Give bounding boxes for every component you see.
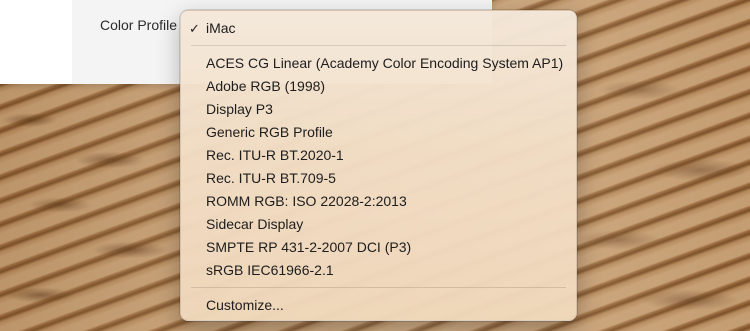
menu-item-rec-2020[interactable]: Rec. ITU-R BT.2020-1 [181, 144, 576, 167]
menu-item-customize[interactable]: Customize... [181, 294, 576, 317]
menu-separator [191, 287, 566, 288]
menu-item-sidecar-display[interactable]: Sidecar Display [181, 213, 576, 236]
menu-item-imac[interactable]: ✓ iMac [181, 17, 576, 40]
menu-item-aces-cg-linear[interactable]: ACES CG Linear (Academy Color Encoding S… [181, 52, 576, 75]
menu-item-generic-rgb[interactable]: Generic RGB Profile [181, 121, 576, 144]
menu-item-srgb[interactable]: sRGB IEC61966-2.1 [181, 259, 576, 282]
menu-item-rec-709[interactable]: Rec. ITU-R BT.709-5 [181, 167, 576, 190]
color-profile-menu: ✓ iMac ACES CG Linear (Academy Color Enc… [180, 10, 577, 321]
menu-item-romm-rgb[interactable]: ROMM RGB: ISO 22028-2:2013 [181, 190, 576, 213]
menu-separator [191, 45, 566, 46]
checkmark-icon: ✓ [189, 21, 200, 36]
menu-item-display-p3[interactable]: Display P3 [181, 98, 576, 121]
menu-item-smpte-dci-p3[interactable]: SMPTE RP 431-2-2007 DCI (P3) [181, 236, 576, 259]
color-profile-label: Color Profile [100, 17, 178, 33]
menu-item-label: iMac [206, 20, 236, 36]
settings-sidebar [0, 0, 72, 84]
menu-item-adobe-rgb[interactable]: Adobe RGB (1998) [181, 75, 576, 98]
